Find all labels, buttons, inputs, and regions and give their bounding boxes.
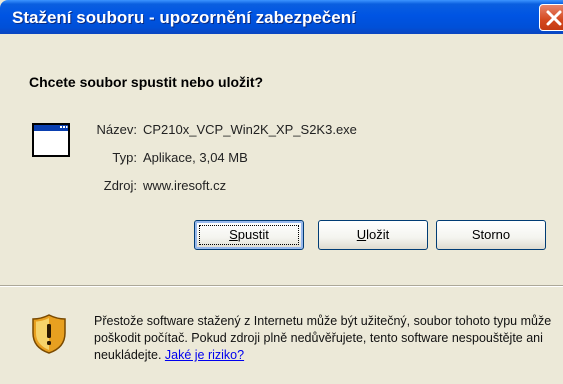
type-label: Typ: [112,150,137,165]
divider [0,285,563,287]
security-shield-icon [32,314,66,354]
close-button[interactable] [539,4,563,31]
save-button-label: Uložit [356,227,390,242]
focus-rectangle [199,225,299,245]
name-label: Název: [96,122,137,137]
dialog-question: Chcete soubor spustit nebo uložit? [29,74,264,90]
run-button[interactable]: Spustit [194,220,304,250]
type-value: Aplikace, 3,04 MB [143,150,248,165]
window-title: Stažení souboru - upozornění zabezpečení [12,8,356,27]
source-value: www.iresoft.cz [143,178,227,193]
name-value: CP210x_VCP_Win2K_XP_S2K3.exe [143,122,357,137]
warning-text: Přestože software stažený z Internetu mů… [94,314,552,362]
close-icon [546,10,562,26]
risk-link[interactable]: Jaké je riziko? [165,348,244,362]
download-dialog: Stažení souboru - upozornění zabezpečení… [0,0,563,384]
title-bar[interactable]: Stažení souboru - upozornění zabezpečení [0,0,563,34]
cancel-button[interactable]: Storno [436,220,546,250]
save-button[interactable]: Uložit [318,220,428,250]
security-warning: Přestože software stažený z Internetu mů… [94,313,556,364]
cancel-button-label: Storno [471,227,511,242]
source-label: Zdroj: [103,178,137,193]
